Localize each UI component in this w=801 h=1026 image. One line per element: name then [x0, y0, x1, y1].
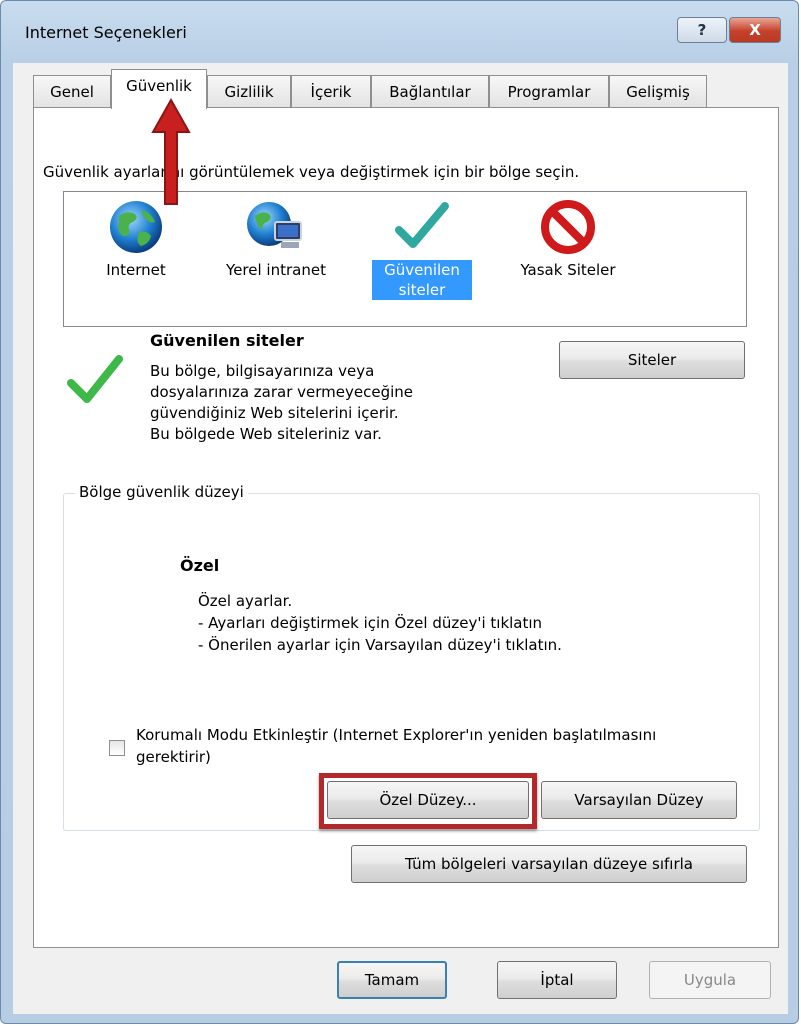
tab-baglantilar[interactable]: Bağlantılar: [371, 75, 489, 107]
tab-label: Gelişmiş: [626, 82, 690, 101]
intranet-globe-icon: [247, 202, 302, 248]
tab-gizlilik[interactable]: Gizlilik: [207, 75, 291, 107]
default-level-label: Varsayılan Düzey: [574, 791, 704, 809]
reset-all-zones-button[interactable]: Tüm bölgeleri varsayılan düzeye sıfırla: [351, 845, 747, 883]
tab-label: Güvenlik: [126, 76, 192, 95]
help-button[interactable]: ?: [677, 17, 727, 43]
tab-label: Programlar: [507, 82, 591, 101]
security-level-legend: Bölge güvenlik düzeyi: [75, 483, 248, 501]
tab-gelismis[interactable]: Gelişmiş: [609, 75, 707, 107]
internet-options-window: Internet Seçenekleri ? X Genel Güvenlik …: [0, 0, 799, 1024]
ok-button-label: Tamam: [364, 971, 420, 989]
protected-mode-label[interactable]: Korumalı Modu Etkinleştir (Internet Expl…: [136, 724, 696, 768]
zone-label: Güvenilen siteler: [372, 260, 472, 300]
zone-internet[interactable]: Internet: [90, 198, 182, 280]
apply-button[interactable]: Uygula: [649, 961, 771, 999]
tab-genel[interactable]: Genel: [33, 75, 111, 107]
cancel-button-label: İptal: [540, 971, 574, 989]
sites-button[interactable]: Siteler: [559, 341, 745, 379]
green-check-icon: [67, 355, 123, 403]
zone-label: Yasak Siteler: [520, 261, 616, 279]
zone-label: Yerel intranet: [226, 261, 326, 279]
security-level-title: Özel: [180, 556, 220, 575]
annotation-highlight-box: [319, 773, 537, 829]
zone-list[interactable]: Internet Yerel intranet Güvenilen siteler: [63, 191, 747, 327]
close-icon: X: [749, 21, 761, 39]
security-level-description: Özel ayarlar. - Ayarları değiştirmek içi…: [198, 592, 562, 654]
apply-button-label: Uygula: [683, 971, 737, 989]
tab-programlar[interactable]: Programlar: [489, 75, 609, 107]
zone-description: Bu bölge, bilgisayarınıza veya dosyaları…: [150, 362, 413, 443]
sites-button-label: Siteler: [627, 351, 677, 369]
help-icon: ?: [697, 21, 707, 39]
zone-instruction: Güvenlik ayarlarını görüntülemek veya de…: [43, 163, 580, 181]
window-title: Internet Seçenekleri: [25, 23, 187, 42]
dialog-client-area: Genel Güvenlik Gizlilik İçerik Bağlantıl…: [13, 63, 788, 1014]
close-button[interactable]: X: [729, 17, 781, 43]
protected-mode-checkbox[interactable]: [109, 740, 125, 756]
tab-icerik[interactable]: İçerik: [291, 75, 371, 107]
zone-trusted-sites[interactable]: Güvenilen siteler: [372, 198, 472, 300]
tab-label: Genel: [50, 82, 94, 101]
zone-description-title: Güvenilen siteler: [150, 331, 304, 350]
ok-button[interactable]: Tamam: [337, 961, 447, 999]
tab-label: Gizlilik: [224, 82, 274, 101]
default-level-button[interactable]: Varsayılan Düzey: [541, 781, 737, 819]
reset-all-zones-label: Tüm bölgeleri varsayılan düzeye sıfırla: [405, 855, 693, 873]
zone-label: Internet: [106, 261, 166, 279]
tab-label: İçerik: [310, 82, 352, 101]
tab-label: Bağlantılar: [389, 82, 471, 101]
zone-local-intranet[interactable]: Yerel intranet: [208, 198, 344, 280]
annotation-arrow-icon: [151, 97, 191, 205]
cancel-button[interactable]: İptal: [497, 961, 617, 999]
green-check-icon: [395, 202, 449, 248]
no-entry-icon: [541, 200, 595, 254]
title-bar[interactable]: Internet Seçenekleri ? X: [1, 1, 798, 63]
zone-restricted-sites[interactable]: Yasak Siteler: [500, 198, 636, 280]
